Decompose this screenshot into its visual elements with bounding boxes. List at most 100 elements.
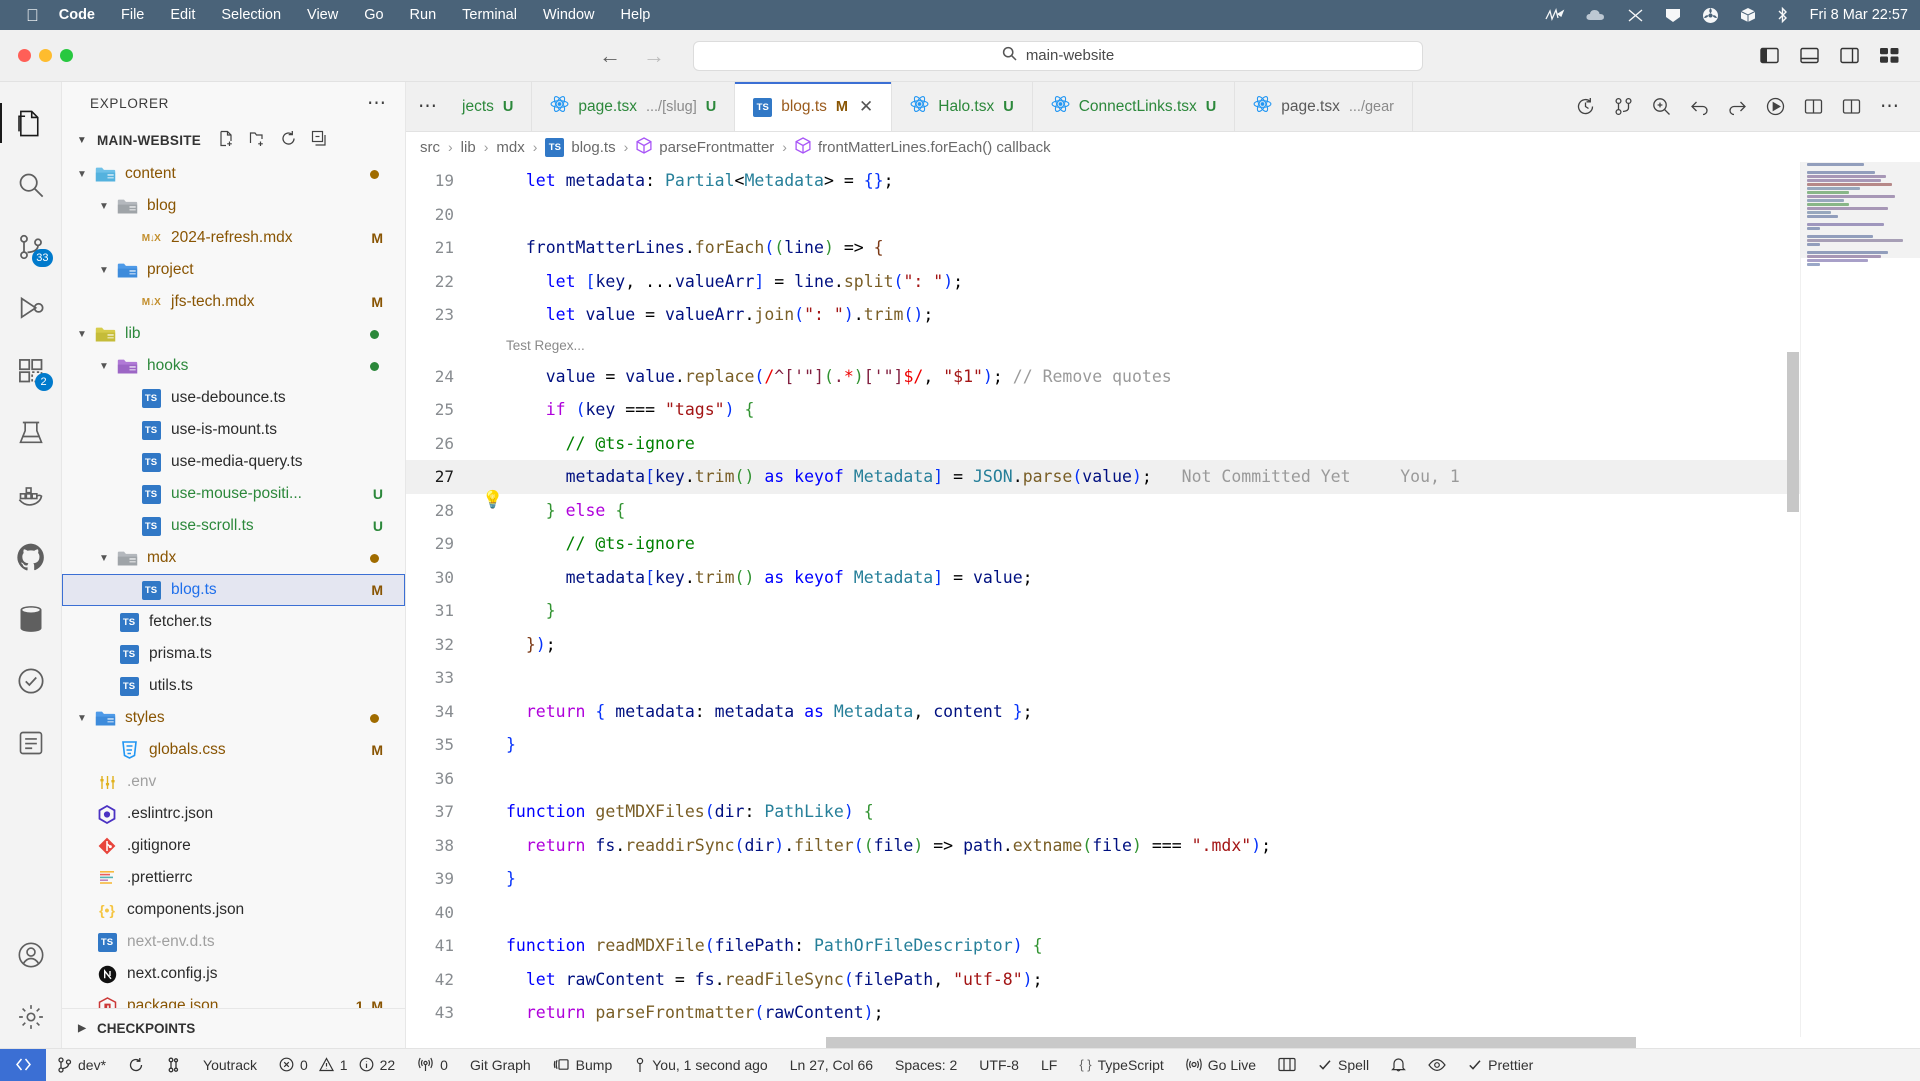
bluetooth-icon[interactable] [1777,6,1788,24]
fan-icon[interactable] [1702,7,1719,24]
status-sync[interactable] [117,1049,155,1081]
editor-minimap[interactable] [1800,162,1920,1037]
menu-view[interactable]: View [307,7,338,23]
tree-file-next.config.js[interactable]: next.config.js [62,958,405,990]
remote-window-icon[interactable] [0,1048,46,1081]
ellipsis-icon[interactable]: ⋯ [367,92,387,115]
code-editor[interactable]: 19 let metadata: Partial<Metadata> = {};… [406,162,1920,1037]
tree-file-package.json[interactable]: package.json 1, M [62,990,405,1008]
menu-file[interactable]: File [121,7,144,23]
sidebar-item-todo-tree[interactable] [0,650,62,712]
menu-go[interactable]: Go [364,7,383,23]
tree-folder-styles[interactable]: ▼ styles [62,702,405,734]
sidebar-item-run-and-debug[interactable] [0,278,62,340]
sidebar-item-github[interactable] [0,526,62,588]
codelens-test-regex[interactable]: Test Regex... [406,332,1800,360]
tree-folder-mdx[interactable]: ▼ mdx [62,542,405,574]
quick-input-bar[interactable]: main-website [693,40,1423,71]
tree-file-fetcher.ts[interactable]: TS fetcher.ts [62,606,405,638]
checkpoints-section[interactable]: ▶ CHECKPOINTS [62,1008,405,1048]
more-actions-icon[interactable]: ⋯ [1880,95,1900,118]
tree-folder-content[interactable]: ▼ content [62,158,405,190]
tree-folder-hooks[interactable]: ▼ hooks [62,350,405,382]
tree-file-utils.ts[interactable]: TS utils.ts [62,670,405,702]
cloud-icon[interactable] [1585,8,1606,22]
toggle-primary-sidebar-icon[interactable] [1760,47,1779,64]
menu-edit[interactable]: Edit [170,7,195,23]
sidebar-item-database[interactable] [0,588,62,650]
arrow-left-icon[interactable]: ← [599,44,621,67]
scissors-icon[interactable] [1627,8,1644,23]
maximize-window-button[interactable] [60,49,73,62]
menu-code[interactable]: Code [59,7,95,23]
breadcrumb-segment-lib[interactable]: lib [461,139,476,156]
preview-icon[interactable] [1804,97,1823,116]
go-forward-icon[interactable] [1728,97,1747,116]
status-indentation[interactable]: Spaces: 2 [884,1049,968,1081]
project-root-header[interactable]: ▼ MAIN-WEBSITE [62,124,405,156]
status-notifications[interactable] [1380,1049,1417,1081]
tree-file-2024-refresh.mdx[interactable]: M↓X 2024-refresh.mdx M [62,222,405,254]
menu-run[interactable]: Run [410,7,437,23]
run-icon[interactable] [1766,97,1785,116]
sidebar-item-search[interactable] [0,154,62,216]
status-git-branch-extra[interactable] [155,1049,192,1081]
status-problems[interactable]: 0 1 22 [268,1049,406,1081]
toggle-panel-icon[interactable] [1800,47,1819,64]
scrollbar-thumb-horizontal[interactable] [826,1037,1636,1048]
editor-tab-Halo-tsx[interactable]: Halo.tsx U [892,82,1033,131]
scribble-icon[interactable] [1545,7,1564,23]
status-eol[interactable]: LF [1030,1049,1068,1081]
menu-selection[interactable]: Selection [221,7,281,23]
tree-file-jfs-tech.mdx[interactable]: M↓X jfs-tech.mdx M [62,286,405,318]
tree-file-globals.css[interactable]: globals.css M [62,734,405,766]
customize-layout-icon[interactable] [1880,47,1900,64]
status-prettier[interactable]: Prettier [1457,1049,1544,1081]
status-cursor-position[interactable]: Ln 27, Col 66 [779,1049,884,1081]
menu-bar-clock[interactable]: Fri 8 Mar 22:57 [1810,7,1908,23]
status-go-live[interactable]: Go Live [1175,1049,1267,1081]
apple-logo-icon[interactable]:  [26,7,39,24]
breadcrumb-segment-blog-ts[interactable]: TS blog.ts [545,137,616,157]
tree-folder-project[interactable]: ▼ project [62,254,405,286]
sidebar-item-testing[interactable] [0,402,62,464]
tree-file-use-is-mount.ts[interactable]: TS use-is-mount.ts [62,414,405,446]
status-bump[interactable]: Bump [542,1049,624,1081]
status-layout-toggle[interactable] [1267,1049,1307,1081]
sidebar-item-tasklist[interactable] [0,712,62,774]
menu-help[interactable]: Help [621,7,651,23]
tabs-overflow-icon[interactable]: ⋯ [406,82,444,131]
tree-file-use-mouse-positi...[interactable]: TS use-mouse-positi... U [62,478,405,510]
sidebar-item-docker[interactable] [0,464,62,526]
tree-folder-blog[interactable]: ▼ blog [62,190,405,222]
breadcrumb-segment-mdx[interactable]: mdx [496,139,524,156]
status-youtrack[interactable]: Youtrack [192,1049,268,1081]
timeline-icon[interactable] [1576,97,1595,116]
status-ports[interactable]: 0 [406,1049,459,1081]
sidebar-item-settings[interactable] [0,986,62,1048]
tree-file-prisma.ts[interactable]: TS prisma.ts [62,638,405,670]
editor-tab-page-tsx[interactable]: page.tsx .../[slug] U [532,82,736,131]
tree-file-next-env.d.ts[interactable]: TS next-env.d.ts [62,926,405,958]
tree-folder-lib[interactable]: ▼ lib [62,318,405,350]
new-folder-icon[interactable] [249,130,266,150]
editor-tab-blog-ts[interactable]: TS blog.ts M ✕ [735,82,893,131]
tree-file-.env[interactable]: .env [62,766,405,798]
sidebar-item-extensions[interactable]: 2 [0,340,62,402]
toggle-secondary-sidebar-icon[interactable] [1840,47,1859,64]
close-icon[interactable]: ✕ [859,97,873,117]
editor-tab-ConnectLinks-tsx[interactable]: ConnectLinks.tsx U [1032,82,1236,131]
arrow-right-icon[interactable]: → [643,44,665,67]
status-eye[interactable] [1417,1049,1457,1081]
sidebar-item-accounts[interactable] [0,924,62,986]
split-editor-icon[interactable] [1842,97,1861,116]
breadcrumb-segment-frontMatterLines-forEach()[interactable]: frontMatterLines.forEach() callback [795,136,1051,158]
search-zoom-icon[interactable] [1652,97,1671,116]
status-git-blame[interactable]: You, 1 second ago [623,1049,778,1081]
status-encoding[interactable]: UTF-8 [968,1049,1030,1081]
editor-vertical-scrollbar[interactable] [1786,162,1800,1037]
go-back-icon[interactable] [1690,97,1709,116]
status-branch[interactable]: dev* [46,1049,117,1081]
shield-icon[interactable] [1665,8,1681,23]
tree-file-use-media-query.ts[interactable]: TS use-media-query.ts [62,446,405,478]
